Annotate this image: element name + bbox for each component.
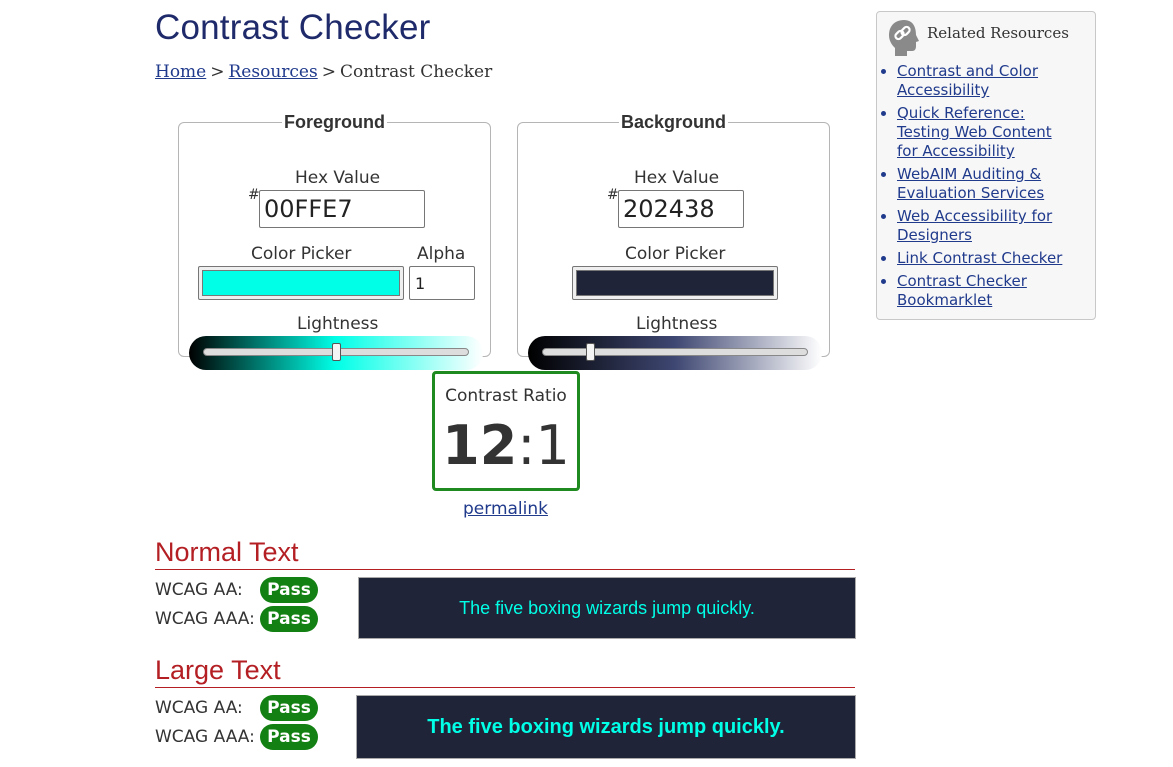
large-aa-label: WCAG AA: xyxy=(155,698,243,718)
breadcrumb-separator: > xyxy=(210,62,225,82)
background-lightness-rail xyxy=(542,348,808,356)
resource-link-bookmarklet[interactable]: Contrast Checker Bookmarklet xyxy=(897,272,1027,309)
normal-text-sample: The five boxing wizards jump quickly. xyxy=(459,597,755,618)
large-aaa-pass-badge: Pass xyxy=(260,724,318,750)
background-lightness-slider[interactable] xyxy=(528,336,822,370)
background-color-picker[interactable] xyxy=(572,266,778,300)
foreground-lightness-label: Lightness xyxy=(297,314,379,334)
foreground-color-picker[interactable] xyxy=(198,266,404,300)
large-text-heading: Large Text xyxy=(155,655,855,688)
list-item: Contrast and Color Accessibility xyxy=(897,62,1077,100)
background-lightness-label: Lightness xyxy=(636,314,718,334)
large-text-preview: The five boxing wizards jump quickly. xyxy=(356,695,856,759)
foreground-color-picker-label: Color Picker xyxy=(251,244,352,264)
normal-aaa-pass-badge: Pass xyxy=(260,606,318,632)
contrast-ratio-value: 12:1 xyxy=(435,414,577,477)
background-lightness-thumb[interactable] xyxy=(585,343,595,361)
contrast-ratio-box: Contrast Ratio 12:1 xyxy=(432,371,580,491)
contrast-ratio-main: 12 xyxy=(442,414,518,477)
resource-link-auditing[interactable]: WebAIM Auditing & Evaluation Services xyxy=(897,165,1044,202)
large-aa-pass-badge: Pass xyxy=(260,695,318,721)
resource-link-link-contrast[interactable]: Link Contrast Checker xyxy=(897,249,1062,267)
background-color-swatch xyxy=(576,270,774,296)
list-item: Quick Reference: Testing Web Content for… xyxy=(897,104,1077,161)
list-item: Link Contrast Checker xyxy=(897,249,1077,268)
large-text-sample: The five boxing wizards jump quickly. xyxy=(427,715,785,738)
contrast-ratio-label: Contrast Ratio xyxy=(445,386,567,406)
related-resources-panel: Related Resources Contrast and Color Acc… xyxy=(876,11,1096,320)
background-hash: # xyxy=(607,187,619,203)
breadcrumb-separator: > xyxy=(321,62,336,82)
foreground-alpha-input[interactable] xyxy=(409,266,475,300)
related-resources-list: Contrast and Color Accessibility Quick R… xyxy=(877,62,1077,314)
breadcrumb-resources-link[interactable]: Resources xyxy=(229,62,318,82)
background-legend: Background xyxy=(620,112,726,132)
link-icon xyxy=(887,18,921,62)
breadcrumb-current: Contrast Checker xyxy=(339,62,493,82)
normal-aa-label: WCAG AA: xyxy=(155,580,243,600)
normal-aaa-label: WCAG AAA: xyxy=(155,609,255,629)
normal-text-heading: Normal Text xyxy=(155,537,855,570)
foreground-color-swatch xyxy=(202,270,400,296)
foreground-lightness-slider[interactable] xyxy=(189,336,483,370)
resource-link-quick-reference[interactable]: Quick Reference: Testing Web Content for… xyxy=(897,104,1052,160)
background-color-picker-label: Color Picker xyxy=(625,244,726,264)
resource-link-contrast-color[interactable]: Contrast and Color Accessibility xyxy=(897,62,1038,99)
list-item: Web Accessibility for Designers xyxy=(897,207,1077,245)
list-item: Contrast Checker Bookmarklet xyxy=(897,272,1077,310)
foreground-hex-input[interactable] xyxy=(259,190,425,228)
foreground-panel: Foreground Hex Value # Color Picker Alph… xyxy=(178,112,491,370)
related-resources-title: Related Resources xyxy=(927,24,1069,42)
foreground-legend: Foreground xyxy=(284,112,385,132)
permalink-link[interactable]: permalink xyxy=(463,499,548,519)
foreground-hex-label: Hex Value xyxy=(295,168,381,188)
foreground-hash: # xyxy=(248,187,260,203)
large-aaa-label: WCAG AAA: xyxy=(155,727,255,747)
breadcrumb-home-link[interactable]: Home xyxy=(155,62,206,82)
foreground-alpha-label: Alpha xyxy=(417,244,466,264)
page-title: Contrast Checker xyxy=(155,8,431,47)
resource-link-designers[interactable]: Web Accessibility for Designers xyxy=(897,207,1052,244)
foreground-lightness-thumb[interactable] xyxy=(332,343,341,361)
contrast-ratio-rest: :1 xyxy=(517,414,570,477)
breadcrumb: Home > Resources > Contrast Checker xyxy=(155,62,492,82)
list-item: WebAIM Auditing & Evaluation Services xyxy=(897,165,1077,203)
background-panel: Background Hex Value # Color Picker Ligh… xyxy=(517,112,830,370)
normal-aa-pass-badge: Pass xyxy=(260,577,318,603)
normal-text-preview: The five boxing wizards jump quickly. xyxy=(358,577,856,639)
background-hex-input[interactable] xyxy=(618,190,744,228)
background-hex-label: Hex Value xyxy=(634,168,720,188)
